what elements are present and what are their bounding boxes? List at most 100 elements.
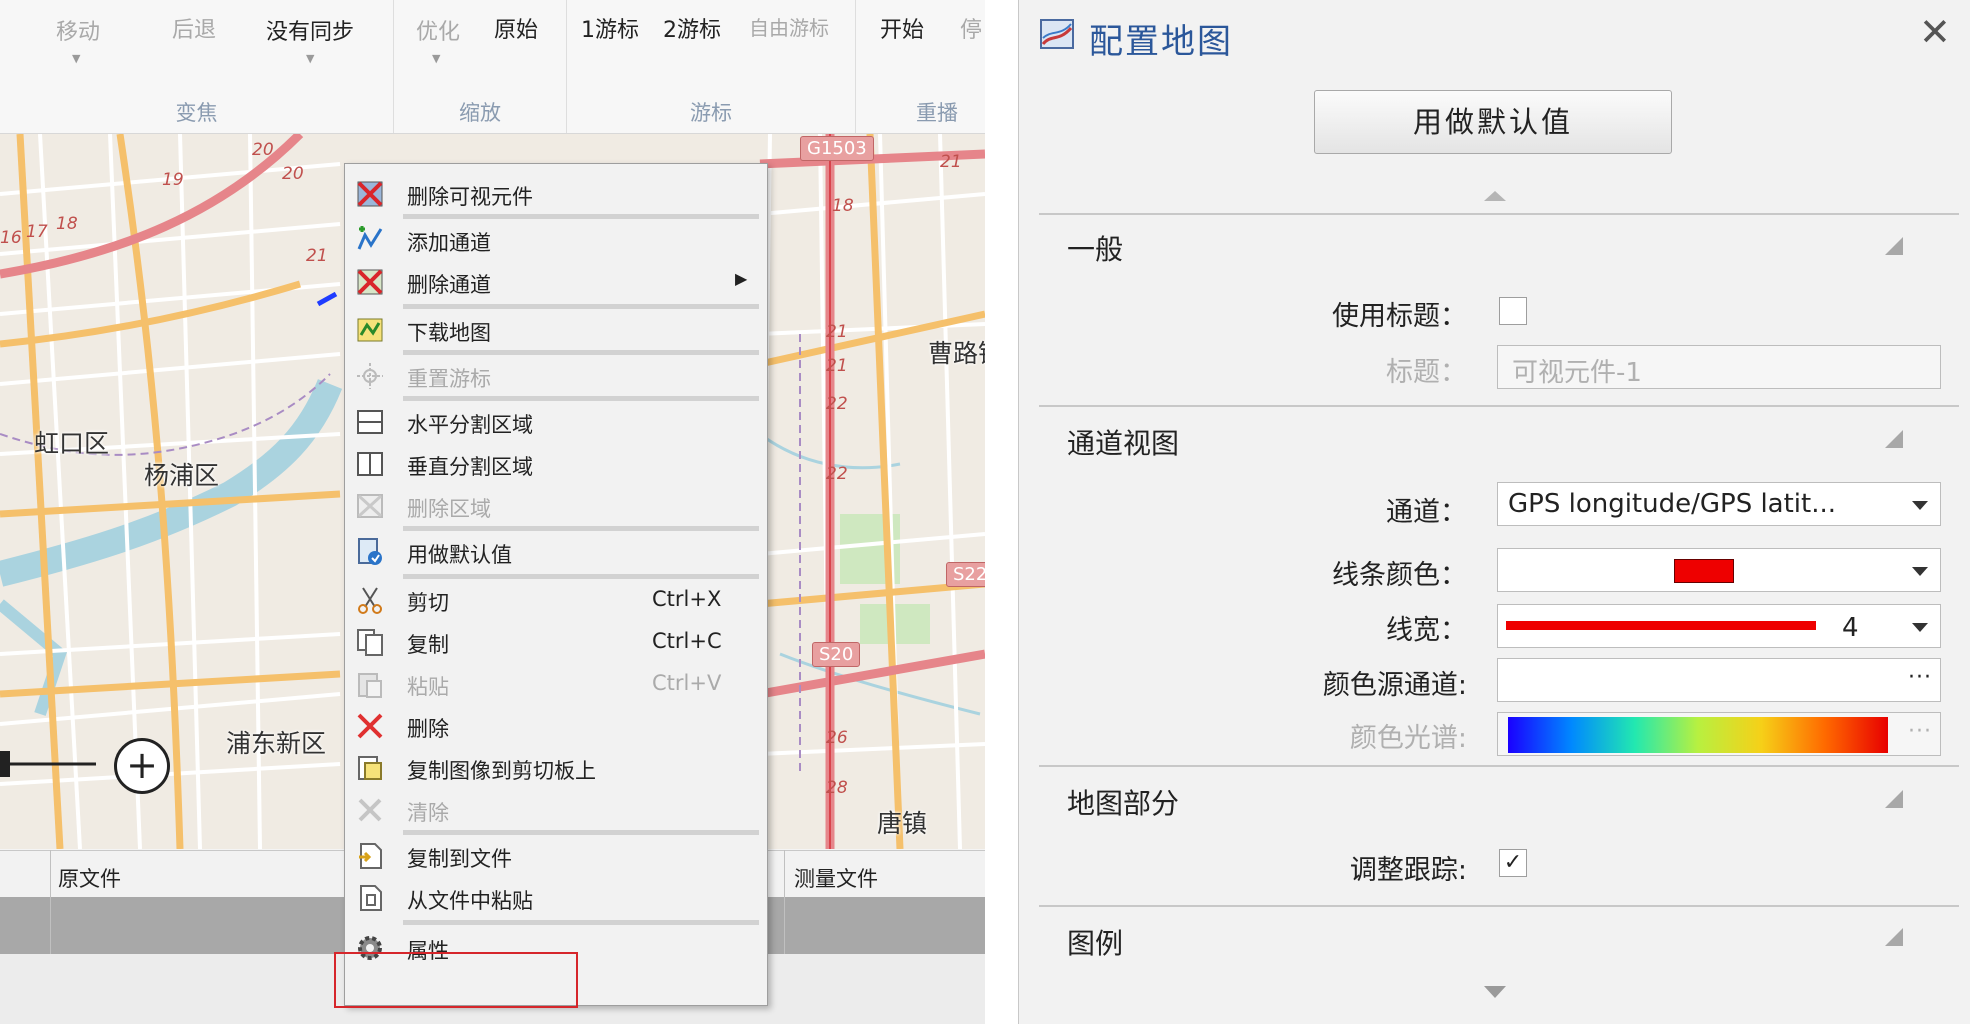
section-title-map-part[interactable]: 地图部分 bbox=[1067, 782, 1179, 822]
move-button[interactable]: 移动 bbox=[56, 14, 100, 46]
menu-item-download-map[interactable]: 下载地图 bbox=[345, 310, 767, 350]
section-title-legend[interactable]: 图例 bbox=[1067, 922, 1123, 962]
line-color-dropdown[interactable] bbox=[1497, 548, 1941, 592]
map-label: 唐镇 bbox=[877, 809, 928, 838]
menu-item-paste[interactable]: 粘贴 Ctrl+V bbox=[345, 664, 767, 704]
close-icon[interactable]: ✕ bbox=[1919, 10, 1951, 54]
more-options-icon[interactable]: ··· bbox=[1908, 719, 1932, 744]
menu-item-clear[interactable]: 清除 bbox=[345, 790, 767, 830]
add-channel-icon bbox=[357, 226, 383, 250]
menu-item-copy-image[interactable]: 复制图像到剪切板上 bbox=[345, 748, 767, 788]
line-color-label: 线条颜色： bbox=[1332, 560, 1467, 591]
section-title-general[interactable]: 一般 bbox=[1067, 228, 1123, 268]
line-width-preview bbox=[1506, 621, 1816, 630]
collapse-triangle-icon[interactable] bbox=[1885, 430, 1903, 448]
color-source-field[interactable]: ··· bbox=[1497, 658, 1941, 702]
no-sync-button[interactable]: 没有同步 bbox=[266, 14, 354, 46]
menu-item-copy[interactable]: 复制 Ctrl+C bbox=[345, 622, 767, 662]
start-button[interactable]: 开始 bbox=[880, 12, 924, 44]
more-options-icon[interactable]: ··· bbox=[1908, 665, 1932, 690]
menu-separator bbox=[403, 350, 759, 355]
collapse-triangle-icon[interactable] bbox=[1885, 790, 1903, 808]
ribbon-toolbar: 移动 ▼ 后退 没有同步 ▼ 变焦 优化 ▼ 原始 缩放 1游标 2游标 自由游… bbox=[0, 0, 985, 134]
back-button[interactable]: 后退 bbox=[172, 12, 216, 44]
map-label: 曹路镇 bbox=[928, 339, 985, 368]
submenu-arrow-icon: ▶ bbox=[735, 269, 748, 288]
menu-item-label: 重置游标 bbox=[407, 367, 491, 391]
chevron-down-icon[interactable] bbox=[1912, 623, 1928, 632]
collapse-triangle-icon[interactable] bbox=[1885, 928, 1903, 946]
menu-item-label: 添加通道 bbox=[407, 231, 491, 255]
column-header-source-file[interactable]: 原文件 bbox=[58, 863, 121, 893]
zoom-in-icon[interactable]: + bbox=[114, 738, 170, 794]
menu-item-delete[interactable]: 删除 bbox=[345, 706, 767, 746]
cursor-2-button[interactable]: 2游标 bbox=[663, 12, 721, 44]
menu-item-delete-region[interactable]: 删除区域 bbox=[345, 486, 767, 526]
map-label: 杨浦区 bbox=[144, 461, 220, 490]
scroll-up-icon[interactable] bbox=[1484, 191, 1506, 201]
split-vertical-icon bbox=[357, 452, 383, 476]
copy-to-file-icon bbox=[359, 843, 382, 869]
collapse-triangle-icon[interactable] bbox=[1885, 237, 1903, 255]
set-default-icon bbox=[358, 538, 382, 565]
section-divider bbox=[1039, 405, 1959, 407]
scroll-down-icon[interactable] bbox=[1484, 986, 1506, 998]
menu-item-split-horizontal[interactable]: 水平分割区域 bbox=[345, 402, 767, 442]
column-divider bbox=[50, 850, 51, 954]
menu-item-delete-channel[interactable]: 删除通道 ▶ bbox=[345, 262, 767, 302]
color-source-label: 颜色源通道: bbox=[1322, 670, 1467, 701]
adjust-track-checkbox[interactable]: ✓ bbox=[1499, 849, 1527, 877]
chevron-down-icon[interactable]: ▼ bbox=[432, 52, 440, 65]
menu-item-label: 从文件中粘贴 bbox=[407, 889, 533, 913]
road-number: 28 bbox=[826, 778, 848, 798]
use-as-default-button[interactable]: 用做默认值 bbox=[1314, 90, 1672, 154]
chevron-down-icon[interactable]: ▼ bbox=[306, 52, 314, 65]
chevron-down-icon[interactable]: ▼ bbox=[72, 52, 80, 65]
ribbon-group-cursor: 1游标 2游标 自由游标 游标 bbox=[567, 0, 856, 133]
free-cursor-button[interactable]: 自由游标 bbox=[749, 12, 829, 41]
color-spectrum-field[interactable]: ··· bbox=[1497, 712, 1941, 756]
road-number: 21 bbox=[826, 356, 848, 376]
section-title-channel-view[interactable]: 通道视图 bbox=[1067, 422, 1179, 462]
title-label: 标题： bbox=[1386, 357, 1467, 388]
menu-item-reset-cursor[interactable]: 重置游标 bbox=[345, 356, 767, 396]
download-map-icon bbox=[357, 318, 383, 342]
chevron-down-icon[interactable] bbox=[1912, 501, 1928, 510]
column-header-measure-file[interactable]: 测量文件 bbox=[794, 863, 878, 893]
stop-button[interactable]: 停 bbox=[960, 12, 982, 44]
channel-label: 通道： bbox=[1386, 497, 1467, 528]
delete-channel-icon bbox=[357, 269, 383, 295]
line-width-dropdown[interactable]: 4 bbox=[1497, 604, 1941, 648]
clear-icon bbox=[358, 798, 382, 822]
road-number: 19 bbox=[162, 170, 184, 190]
title-field[interactable]: 可视元件-1 bbox=[1497, 345, 1941, 389]
menu-item-cut[interactable]: 剪切 Ctrl+X bbox=[345, 580, 767, 620]
menu-item-set-default[interactable]: 用做默认值 bbox=[345, 532, 767, 572]
ribbon-group-replay: 开始 停 重播 bbox=[856, 0, 985, 133]
chevron-down-icon[interactable] bbox=[1912, 567, 1928, 576]
line-width-value: 4 bbox=[1842, 613, 1859, 643]
optimize-button[interactable]: 优化 bbox=[416, 14, 460, 46]
menu-item-delete-visual[interactable]: 删除可视元件 bbox=[345, 174, 767, 214]
menu-item-paste-from-file[interactable]: 从文件中粘贴 bbox=[345, 878, 767, 918]
road-number: 21 bbox=[306, 246, 328, 266]
ribbon-group-label: 缩放 bbox=[459, 101, 501, 125]
channel-dropdown-value: GPS longitude/GPS latit... bbox=[1508, 489, 1837, 519]
menu-item-copy-to-file[interactable]: 复制到文件 bbox=[345, 836, 767, 876]
channel-dropdown[interactable]: GPS longitude/GPS latit... bbox=[1497, 482, 1941, 526]
delete-icon bbox=[357, 713, 383, 739]
column-divider bbox=[784, 850, 785, 954]
menu-item-label: 复制图像到剪切板上 bbox=[407, 759, 596, 783]
road-number: 20 bbox=[282, 164, 304, 184]
cursor-1-button[interactable]: 1游标 bbox=[581, 12, 639, 44]
split-horizontal-icon bbox=[357, 410, 383, 434]
map-label: 虹口区 bbox=[34, 429, 110, 458]
road-number: 22 bbox=[826, 464, 848, 484]
road-number: 17 bbox=[26, 222, 48, 242]
menu-item-add-channel[interactable]: 添加通道 bbox=[345, 220, 767, 260]
road-shield: S20 bbox=[812, 642, 861, 667]
ribbon-group-scale: 优化 ▼ 原始 缩放 bbox=[394, 0, 567, 133]
menu-item-split-vertical[interactable]: 垂直分割区域 bbox=[345, 444, 767, 484]
use-title-checkbox[interactable] bbox=[1499, 297, 1527, 325]
original-button[interactable]: 原始 bbox=[494, 12, 538, 44]
